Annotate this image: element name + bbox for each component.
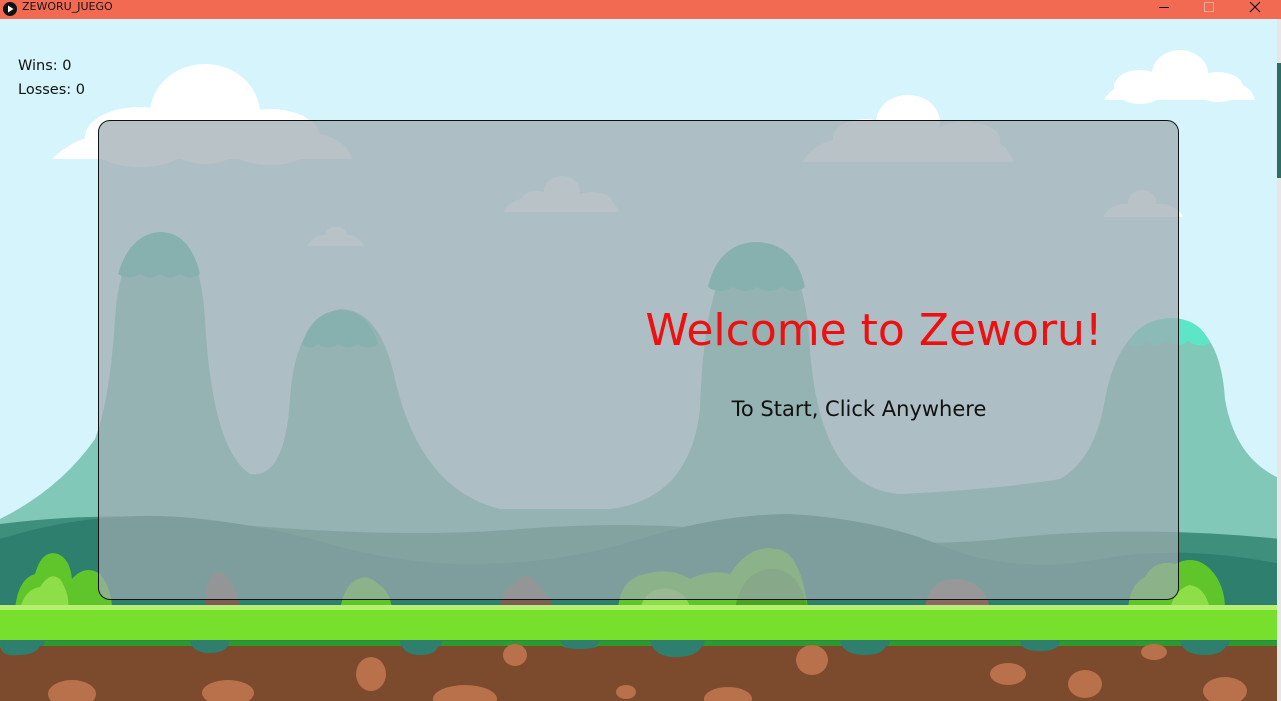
minimize-button[interactable]	[1141, 0, 1187, 19]
start-instructions: To Start, Click Anywhere	[731, 397, 987, 421]
score-panel: Wins: 0 Losses: 0	[18, 54, 85, 102]
minimize-icon	[1159, 7, 1169, 8]
wins-label: Wins:	[18, 58, 58, 74]
losses-label: Losses:	[18, 82, 72, 98]
losses-value: 0	[75, 82, 86, 98]
welcome-title: Welcome to Zeworu!	[645, 305, 1103, 356]
game-canvas[interactable]: Wins: 0 Losses: 0 Welcome to Zeworu! To …	[0, 19, 1281, 701]
wins-value: 0	[62, 58, 72, 74]
close-icon	[1249, 1, 1261, 13]
maximize-button[interactable]	[1186, 0, 1232, 19]
close-button[interactable]	[1232, 0, 1278, 19]
game-window: ZEWORU_JUEGO Wins: 0 Losses: 0 Welcome t…	[0, 0, 1281, 701]
start-menu-overlay[interactable]: Welcome to Zeworu! To Start, Click Anywh…	[98, 120, 1179, 600]
scrollbar[interactable]	[1277, 19, 1281, 701]
window-title: ZEWORU_JUEGO	[22, 0, 113, 13]
wins-row: Wins: 0	[18, 54, 85, 78]
title-bar[interactable]: ZEWORU_JUEGO	[0, 0, 1281, 19]
play-circle-icon	[2, 1, 18, 17]
scrollbar-thumb[interactable]	[1277, 63, 1281, 178]
cloud	[1104, 50, 1255, 104]
losses-row: Losses: 0	[18, 78, 85, 102]
maximize-icon	[1204, 2, 1214, 12]
